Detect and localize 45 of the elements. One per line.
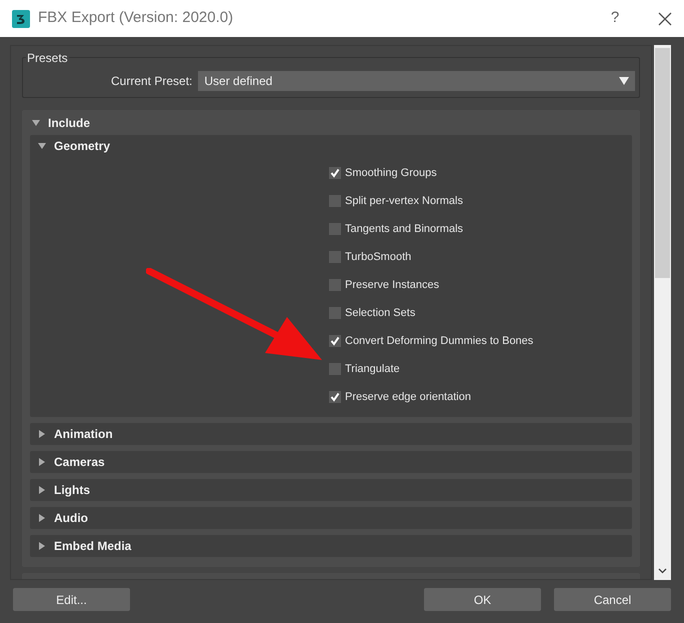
checkbox[interactable] <box>329 335 341 347</box>
checkbox[interactable] <box>329 307 341 319</box>
checkbox[interactable] <box>329 167 341 179</box>
section-header[interactable]: Geometry <box>30 135 632 157</box>
cancel-button[interactable]: Cancel <box>554 588 671 611</box>
scroll-down-icon[interactable] <box>658 568 667 574</box>
checkbox-option[interactable]: Triangulate <box>329 355 632 383</box>
expanded-arrow-icon <box>38 142 46 150</box>
checkbox-option[interactable]: TurboSmooth <box>329 243 632 271</box>
checkbox-option[interactable]: Selection Sets <box>329 299 632 327</box>
checkbox[interactable] <box>329 223 341 235</box>
checkbox[interactable] <box>329 391 341 403</box>
expanded-arrow-icon <box>32 118 40 126</box>
checkbox-option[interactable]: Convert Deforming Dummies to Bones <box>329 327 632 355</box>
checkbox-option[interactable]: Split per-vertex Normals <box>329 187 632 215</box>
checkbox[interactable] <box>329 251 341 263</box>
collapsed-arrow-icon <box>38 514 46 522</box>
checkbox-option[interactable]: Smoothing Groups <box>329 159 632 187</box>
preset-label: Current Preset: <box>111 72 192 90</box>
checkbox[interactable] <box>329 279 341 291</box>
section-header[interactable]: Embed Media <box>30 535 632 557</box>
collapsed-arrow-icon <box>38 486 46 494</box>
ok-button[interactable]: OK <box>424 588 541 611</box>
scrollbar-thumb[interactable] <box>655 48 670 278</box>
window-title: FBX Export (Version: 2020.0) <box>38 8 234 28</box>
checkbox-option[interactable]: Preserve Instances <box>329 271 632 299</box>
help-button[interactable]: ? <box>600 7 630 30</box>
collapsed-arrow-icon <box>38 542 46 550</box>
checkbox[interactable] <box>329 363 341 375</box>
section-header[interactable]: Audio <box>30 507 632 529</box>
collapsed-arrow-icon <box>38 430 46 438</box>
include-header[interactable]: Include <box>30 110 632 135</box>
checkbox-option[interactable]: Tangents and Binormals <box>329 215 632 243</box>
collapsed-arrow-icon <box>38 458 46 466</box>
dropdown-arrow-icon <box>619 76 629 84</box>
section-header[interactable]: Lights <box>30 479 632 501</box>
section-header[interactable]: Animation <box>30 423 632 445</box>
scrollbar[interactable] <box>654 45 671 580</box>
section-header[interactable]: Cameras <box>30 451 632 473</box>
checkbox-option[interactable]: Preserve edge orientation <box>329 383 632 411</box>
preset-dropdown[interactable]: User defined <box>198 70 635 90</box>
app-logo-icon <box>12 10 30 28</box>
edit-button[interactable]: Edit... <box>13 588 130 611</box>
close-icon[interactable] <box>658 12 672 26</box>
checkbox[interactable] <box>329 195 341 207</box>
